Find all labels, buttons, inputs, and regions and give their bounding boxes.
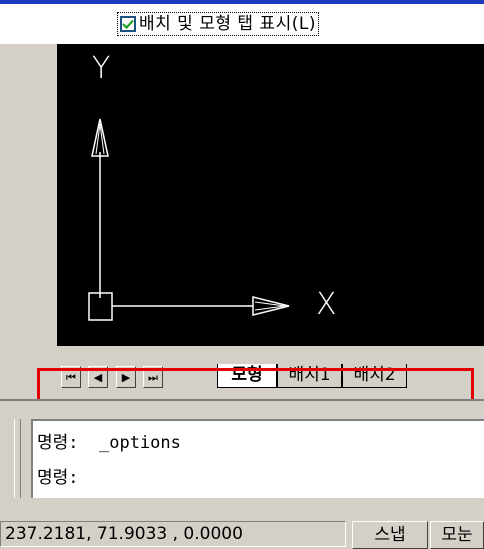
tab-layout2[interactable]: 배치2 — [342, 364, 407, 388]
grid-button[interactable]: 모눈 — [430, 521, 484, 549]
tab-label: 배치2 — [353, 365, 396, 385]
command-line-1: 명령: _options — [37, 433, 181, 453]
y-axis-label: Y — [92, 51, 111, 86]
prev-icon: ◀ — [93, 370, 103, 384]
checkbox-label: 배치 및 모형 탭 표시(L) — [139, 14, 316, 34]
x-axis-label: X — [316, 287, 337, 322]
drawing-canvas[interactable]: Y X — [57, 44, 484, 346]
check-icon — [122, 19, 134, 29]
ucs-icon — [88, 118, 290, 321]
last-tab-button[interactable]: ⏭ — [143, 366, 163, 388]
next-tab-button[interactable]: ▶ — [116, 366, 136, 388]
show-layout-tabs-checkbox[interactable]: 배치 및 모형 탭 표시(L) — [117, 12, 319, 36]
layout-tab-strip: ⏮ ◀ ▶ ⏭ 모형 배치1 배치2 — [57, 346, 484, 399]
options-row: 배치 및 모형 탭 표시(L) — [0, 4, 484, 44]
tab-layout1[interactable]: 배치1 — [277, 364, 342, 388]
status-bar: 237.2181, 71.9033 , 0.0000 스냅 모눈 — [0, 515, 484, 549]
command-prompt[interactable]: 명령: — [37, 463, 79, 488]
autocad-window: Y X ⏮ ◀ ▶ ⏭ 모형 배치1 배치2 명령: _options 명령: … — [0, 44, 484, 549]
command-history[interactable]: 명령: _options 명령: — [31, 419, 484, 498]
coordinate-display[interactable]: 237.2181, 71.9033 , 0.0000 — [0, 521, 346, 547]
left-frame — [0, 44, 57, 399]
checkbox-box[interactable] — [120, 16, 136, 32]
command-window: 명령: _options 명령: — [0, 401, 484, 515]
first-tab-button[interactable]: ⏮ — [61, 366, 81, 388]
tab-model[interactable]: 모형 — [217, 364, 277, 388]
first-icon: ⏮ — [66, 370, 76, 384]
tab-label: 배치1 — [288, 365, 331, 385]
prev-tab-button[interactable]: ◀ — [88, 366, 108, 388]
next-icon: ▶ — [121, 370, 131, 384]
last-icon: ⏭ — [148, 370, 158, 384]
grip-handle[interactable] — [14, 419, 21, 498]
tab-label: 모형 — [231, 365, 263, 385]
snap-button[interactable]: 스냅 — [352, 521, 428, 549]
